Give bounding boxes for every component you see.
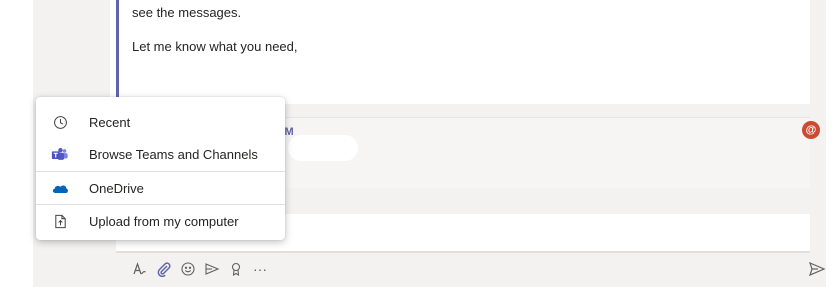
gif-icon[interactable] (200, 258, 224, 280)
send-icon[interactable] (808, 260, 826, 278)
menu-item-browse-teams[interactable]: Browse Teams and Channels (36, 138, 285, 170)
emoji-icon[interactable] (176, 258, 200, 280)
upload-icon (50, 211, 70, 231)
message-line: Let me know what you need, (132, 39, 298, 54)
menu-item-upload[interactable]: Upload from my computer (36, 205, 285, 237)
menu-item-onedrive[interactable]: OneDrive (36, 172, 285, 204)
menu-item-label: Recent (89, 114, 131, 130)
menu-item-label: Browse Teams and Channels (89, 146, 258, 162)
clock-icon (50, 112, 70, 132)
praise-icon[interactable] (224, 258, 248, 280)
menu-item-label: OneDrive (89, 180, 144, 196)
format-icon[interactable] (128, 258, 152, 280)
message-line: see the messages. (132, 5, 242, 20)
menu-item-recent[interactable]: Recent (36, 106, 285, 138)
menu-item-label: Upload from my computer (89, 213, 239, 229)
message-accent-bar (116, 0, 119, 104)
attach-menu: Recent Browse Teams and Channels OneDriv… (36, 97, 285, 240)
more-icon[interactable]: ··· (248, 258, 272, 280)
attach-icon[interactable] (152, 258, 176, 280)
onedrive-icon (50, 178, 70, 198)
mention-badge[interactable]: @ (802, 121, 820, 139)
compose-toolbar: ··· (128, 258, 272, 280)
reply-bubble (288, 135, 358, 161)
teams-icon (50, 144, 70, 164)
